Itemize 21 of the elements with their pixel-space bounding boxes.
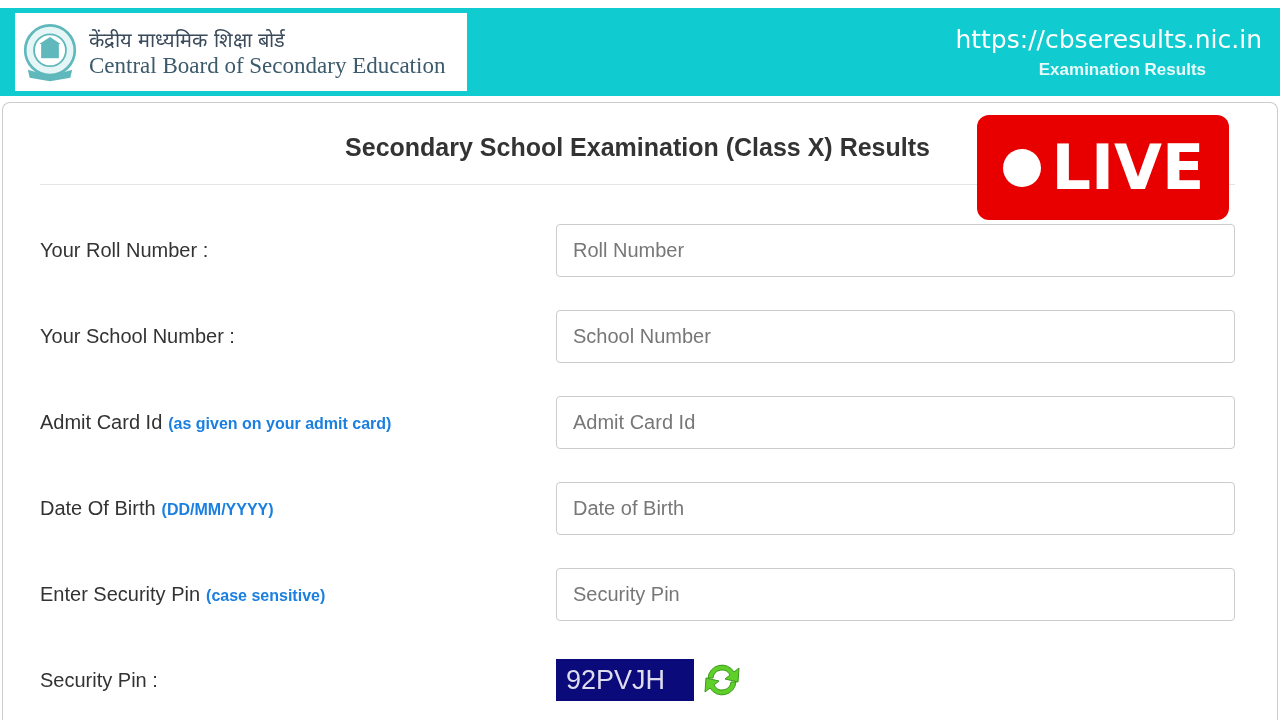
input-field[interactable]: Admit Card Id	[556, 395, 1235, 449]
input-field[interactable]: School Number	[556, 309, 1235, 363]
site-url: https://cbseresults.nic.in	[955, 24, 1262, 54]
header-subtitle: Examination Results	[1038, 59, 1206, 80]
input-field[interactable]: Date of Birth	[556, 481, 1235, 535]
live-label: LIVE	[1051, 131, 1205, 204]
field-hint: (case sensitive)	[206, 586, 326, 605]
field-label: Your School Number :	[40, 324, 235, 348]
field-hint: (as given on your admit card)	[168, 414, 392, 433]
input-field[interactable]: Roll Number	[556, 223, 1235, 277]
board-name-hindi: केंद्रीय माध्यमिक शिक्षा बोर्ड	[89, 26, 287, 53]
captcha-image: 92PVJH	[556, 659, 694, 701]
record-dot-icon	[1001, 147, 1042, 188]
field-label: Enter Security Pin	[40, 582, 201, 606]
field-hint: (DD/MM/YYYY)	[161, 500, 274, 519]
input-field[interactable]: Security Pin	[556, 567, 1235, 621]
field-label: Date Of Birth	[40, 496, 156, 520]
field-label: Security Pin :	[40, 668, 158, 692]
field-label: Your Roll Number :	[40, 238, 209, 262]
field-label: Admit Card Id	[40, 410, 163, 434]
board-name: Central Board of Secondary Education	[89, 52, 446, 79]
